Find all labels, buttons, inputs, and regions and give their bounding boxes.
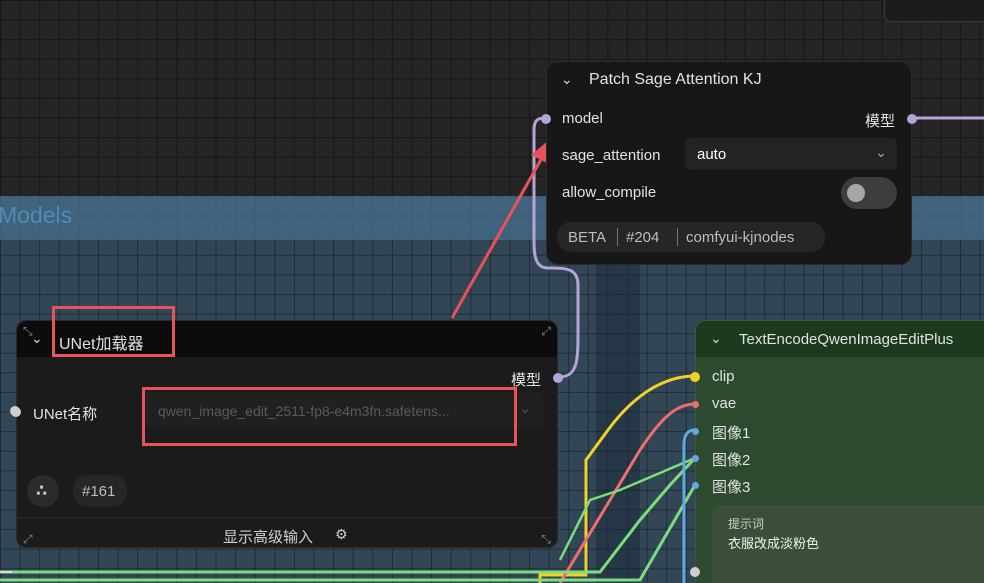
badge-divider	[677, 228, 678, 246]
resize-corner-icon[interactable]: ⤡	[541, 532, 551, 547]
node-title: TextEncodeQwenImageEditPlus	[739, 331, 954, 348]
model-input-slot[interactable]	[541, 114, 551, 124]
node-id-badge: #204	[626, 229, 660, 246]
node-title-bar[interactable]: ⌄ Patch Sage Attention KJ	[547, 62, 911, 98]
node-canvas[interactable]: Models ⌄ Patch Sage Attention KJ model 模…	[0, 0, 984, 583]
prompt-textarea[interactable]: 提示词 衣服改成淡粉色	[712, 505, 984, 583]
prompt-value: 衣服改成淡粉色	[728, 536, 820, 551]
comfy-logo-icon: ∴	[36, 483, 48, 500]
resize-corner-icon[interactable]: ⤡	[23, 324, 33, 339]
model-output-slot[interactable]	[553, 373, 563, 383]
advanced-inputs-bar[interactable]: 显示高级输入 ⚙ ⤢ ⤡	[17, 517, 557, 549]
collapse-chevron-icon[interactable]: ⌄	[710, 330, 722, 347]
patch-sage-attention-node[interactable]: ⌄ Patch Sage Attention KJ model 模型 sage_…	[541, 61, 917, 265]
text-encode-node[interactable]: ⌄ TextEncodeQwenImageEditPlus clip vae 图…	[690, 320, 984, 583]
model-output-label: 模型	[864, 113, 895, 130]
node-pack-badge: comfyui-kjnodes	[686, 229, 795, 246]
node-title-bar[interactable]: ⌄ TextEncodeQwenImageEditPlus	[696, 321, 984, 357]
unet-name-label: UNet名称	[33, 406, 98, 423]
badge-divider	[617, 228, 618, 246]
chevron-down-icon: ⌄	[519, 400, 531, 416]
node-badges: BETA #204 comfyui-kjnodes	[557, 222, 825, 252]
group-title: Models	[0, 202, 73, 228]
beta-badge: BETA	[568, 229, 607, 246]
allow-compile-toggle[interactable]	[841, 177, 897, 209]
sage-attention-value: auto	[697, 146, 727, 163]
node-logo-badge: ∴	[27, 475, 59, 507]
model-output-slot[interactable]	[907, 114, 917, 124]
node-title-bar[interactable]: ⌄ UNet加载器 ⤡ ⤢	[17, 321, 557, 357]
unet-name-select[interactable]: qwen_image_edit_2511-fp8-e4m3fn.safetens…	[143, 392, 543, 428]
partial-panel	[884, 0, 984, 22]
resize-corner-icon[interactable]: ⤢	[23, 532, 33, 547]
canvas-band	[596, 240, 640, 583]
sage-attention-label: sage_attention	[562, 147, 661, 164]
vae-input-label: vae	[712, 395, 737, 412]
model-input-label: model	[562, 110, 603, 127]
node-title: Patch Sage Attention KJ	[589, 71, 762, 88]
clip-input-slot[interactable]	[690, 372, 700, 382]
sage-attention-select[interactable]: auto ⌄	[685, 138, 897, 170]
collapse-chevron-icon[interactable]: ⌄	[561, 71, 573, 88]
allow-compile-label: allow_compile	[562, 184, 657, 201]
chevron-down-icon: ⌄	[875, 144, 887, 160]
sliders-icon: ⚙	[335, 526, 348, 542]
toggle-knob	[847, 184, 865, 202]
image1-input-label: 图像1	[712, 425, 751, 442]
unet-name-value: qwen_image_edit_2511-fp8-e4m3fn.safetens…	[158, 403, 450, 419]
image1-input-slot[interactable]	[692, 428, 699, 435]
unet-loader-node[interactable]: ⌄ UNet加载器 ⤡ ⤢ 模型 UNet名称 qwen_image_edit_…	[11, 320, 563, 549]
image2-input-label: 图像2	[712, 452, 751, 469]
image3-input-slot[interactable]	[692, 482, 699, 489]
clip-input-label: clip	[712, 368, 735, 385]
node-id: #161	[82, 483, 116, 500]
model-output-label: 模型	[510, 372, 541, 389]
external-input-slot	[10, 406, 20, 416]
prompt-input-slot[interactable]	[690, 567, 700, 577]
node-id-badge: #161	[73, 475, 127, 507]
resize-corner-icon[interactable]: ⤢	[541, 324, 551, 339]
prompt-label: 提示词	[728, 517, 765, 531]
image2-input-slot[interactable]	[692, 455, 699, 462]
image3-input-label: 图像3	[712, 479, 751, 496]
show-advanced-inputs-label: 显示高级输入	[223, 529, 314, 546]
node-title: UNet加载器	[59, 336, 144, 353]
vae-input-slot[interactable]	[692, 401, 699, 408]
